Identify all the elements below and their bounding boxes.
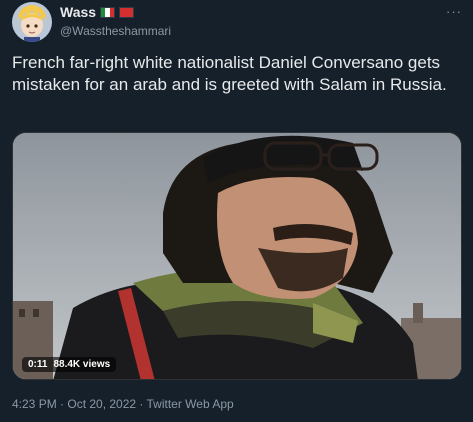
avatar-image bbox=[12, 2, 52, 42]
video-stats-badge: 0:11 88.4K views bbox=[22, 357, 117, 372]
video-duration: 0:11 bbox=[28, 359, 48, 370]
tweet-text: French far-right white nationalist Danie… bbox=[12, 53, 447, 94]
avatar[interactable] bbox=[12, 2, 52, 42]
red-flag-icon bbox=[119, 6, 135, 18]
author-name[interactable]: Wass bbox=[60, 4, 135, 20]
tweet-card: Wass @Wasstheshammari ··· French far-rig… bbox=[0, 0, 473, 422]
video-views: 88.4K views bbox=[53, 359, 111, 370]
author-handle[interactable]: @Wasstheshammari bbox=[60, 24, 171, 38]
tweet-timestamp[interactable]: 4:23 PM · Oct 20, 2022 · Twitter Web App bbox=[12, 397, 234, 411]
display-name[interactable]: Wass bbox=[60, 4, 96, 20]
video-thumbnail bbox=[13, 133, 461, 379]
more-options-icon[interactable]: ··· bbox=[444, 5, 464, 18]
video-player[interactable]: 0:11 88.4K views bbox=[12, 132, 462, 380]
mexico-flag-icon bbox=[100, 6, 116, 18]
